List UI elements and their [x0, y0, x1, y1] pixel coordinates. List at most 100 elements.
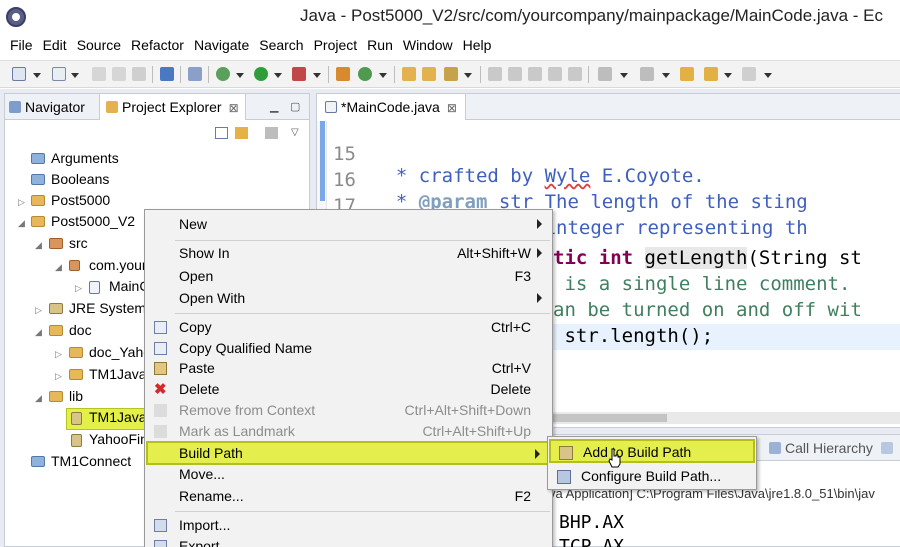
window-title: Java - Post5000_V2/src/com/yourcompany/m… [300, 6, 884, 25]
menu-item-new[interactable]: New [146, 214, 551, 235]
menu-refactor[interactable]: Refactor [126, 35, 189, 57]
expand-icon[interactable]: ▷ [35, 305, 42, 316]
maximize-icon[interactable]: ▢ [290, 100, 300, 113]
link-with-editor-icon[interactable] [235, 127, 248, 139]
horizontal-scrollbar[interactable] [547, 412, 900, 424]
menu-help[interactable]: Help [458, 35, 497, 57]
call-hierarchy-icon [769, 442, 781, 454]
menu-item-label: Configure Build Path... [581, 468, 722, 484]
menu-item-build-path[interactable]: Build Path [146, 441, 551, 465]
paragraph-icon[interactable] [568, 67, 582, 81]
menu-item-rename[interactable]: Rename... F2 [146, 486, 551, 507]
tab-project-explorer[interactable]: Project Explorer ⊠ [99, 94, 246, 120]
menu-window[interactable]: Window [398, 35, 458, 57]
menu-item-show-in[interactable]: Show In Alt+Shift+W [146, 243, 551, 264]
toggle-word-wrap-icon[interactable] [508, 67, 522, 81]
chevron-down-icon[interactable] [620, 73, 628, 78]
menu-search[interactable]: Search [254, 35, 308, 57]
minimize-icon[interactable]: ▁ [270, 100, 278, 113]
external-tools-icon[interactable] [292, 67, 306, 81]
toggle-block-selection-icon[interactable] [528, 67, 542, 81]
save-icon[interactable] [92, 67, 106, 81]
console-icon[interactable] [160, 67, 174, 81]
scrollbar-thumb[interactable] [547, 414, 667, 422]
last-edit-location-icon[interactable] [680, 67, 694, 81]
search-icon[interactable] [444, 67, 458, 81]
forward-icon[interactable] [742, 67, 756, 81]
collapse-all-icon[interactable] [215, 127, 228, 139]
debug-icon[interactable] [216, 67, 230, 81]
menu-item-label: Export... [179, 538, 232, 547]
new-icon[interactable] [12, 67, 26, 81]
menu-source[interactable]: Source [72, 35, 126, 57]
menu-navigate[interactable]: Navigate [189, 35, 254, 57]
chevron-down-icon[interactable] [724, 73, 732, 78]
menu-item-open[interactable]: Open F3 [146, 266, 551, 287]
view-menu-icon[interactable]: ▽ [291, 127, 304, 139]
tab-call-hierarchy[interactable]: Call Hierarchy [769, 440, 873, 456]
code-line: 15 * crafted by Wyle E.Coyote. [327, 121, 705, 187]
menu-item-export[interactable]: Export... [146, 536, 551, 547]
chevron-down-icon[interactable] [71, 73, 79, 78]
focus-on-task-icon[interactable] [265, 127, 278, 139]
collapse-icon[interactable]: ◢ [18, 218, 25, 229]
menu-item-copy[interactable]: Copy Ctrl+C [146, 317, 551, 338]
collapse-icon[interactable]: ◢ [35, 240, 42, 251]
menu-item-add-to-build-path[interactable]: Add to Build Path [549, 439, 755, 463]
menu-item-mark-as-landmark[interactable]: Mark as Landmark Ctrl+Alt+Shift+Up [146, 421, 551, 442]
open-type-icon[interactable] [402, 67, 416, 81]
next-annotation-icon[interactable] [598, 67, 612, 81]
expand-icon[interactable]: ▷ [55, 349, 62, 360]
save-all-icon[interactable] [112, 67, 126, 81]
chevron-down-icon[interactable] [379, 73, 387, 78]
toggle-mark-occurrences-icon[interactable] [488, 67, 502, 81]
menu-item-configure-build-path[interactable]: Configure Build Path... [549, 465, 755, 489]
chevron-down-icon[interactable] [764, 73, 772, 78]
chevron-down-icon[interactable] [236, 73, 244, 78]
collapse-icon[interactable]: ◢ [35, 393, 42, 404]
previous-annotation-icon[interactable] [640, 67, 654, 81]
new-file-icon[interactable] [52, 67, 66, 81]
chevron-down-icon[interactable] [274, 73, 282, 78]
tree-item-label: src [69, 235, 88, 251]
back-icon[interactable] [704, 67, 718, 81]
chevron-down-icon[interactable] [313, 73, 321, 78]
close-icon[interactable]: ⊠ [447, 101, 457, 115]
console-output-line: BHP.AX [559, 512, 625, 533]
menu-project[interactable]: Project [309, 35, 363, 57]
menu-run[interactable]: Run [362, 35, 398, 57]
new-java-class-icon[interactable] [358, 67, 372, 81]
tree-item-selected[interactable]: TM1JavaA [66, 408, 156, 430]
menu-item-delete[interactable]: ✖ Delete Delete [146, 379, 551, 400]
tree-item[interactable]: Arguments [29, 150, 229, 170]
menu-item-remove-from-context[interactable]: Remove from Context Ctrl+Alt+Shift+Down [146, 400, 551, 421]
menu-item-open-with[interactable]: Open With [146, 288, 551, 309]
print-icon[interactable] [132, 67, 146, 81]
eclipse-app-icon[interactable] [6, 7, 26, 27]
tab-overflow[interactable] [881, 440, 897, 456]
close-icon[interactable]: ⊠ [229, 101, 239, 115]
menu-item-import[interactable]: Import... [146, 515, 551, 536]
expand-icon[interactable]: ▷ [75, 283, 82, 294]
menu-edit[interactable]: Edit [38, 35, 72, 57]
menu-item-paste[interactable]: Paste Ctrl+V [146, 358, 551, 379]
new-java-package-icon[interactable] [336, 67, 350, 81]
run-icon[interactable] [254, 67, 268, 81]
collapse-icon[interactable]: ◢ [35, 327, 42, 338]
show-whitespace-icon[interactable] [548, 67, 562, 81]
skip-breakpoints-icon[interactable] [188, 67, 202, 81]
expand-icon[interactable]: ▷ [55, 371, 62, 382]
chevron-down-icon[interactable] [662, 73, 670, 78]
menu-file[interactable]: File [0, 35, 38, 57]
tab-navigator[interactable]: Navigator [9, 94, 85, 120]
chevron-down-icon[interactable] [464, 73, 472, 78]
tree-item[interactable]: Booleans [29, 171, 229, 191]
expand-icon[interactable]: ▷ [18, 197, 25, 208]
collapse-icon[interactable]: ◢ [55, 262, 62, 273]
chevron-down-icon[interactable] [33, 73, 41, 78]
menu-item-copy-qualified-name[interactable]: Copy Qualified Name [146, 338, 551, 359]
folder-icon [69, 369, 83, 380]
open-task-icon[interactable] [422, 67, 436, 81]
menu-item-move[interactable]: Move... [146, 464, 551, 485]
tab-maincode-java[interactable]: *MainCode.java ⊠ [317, 94, 466, 120]
